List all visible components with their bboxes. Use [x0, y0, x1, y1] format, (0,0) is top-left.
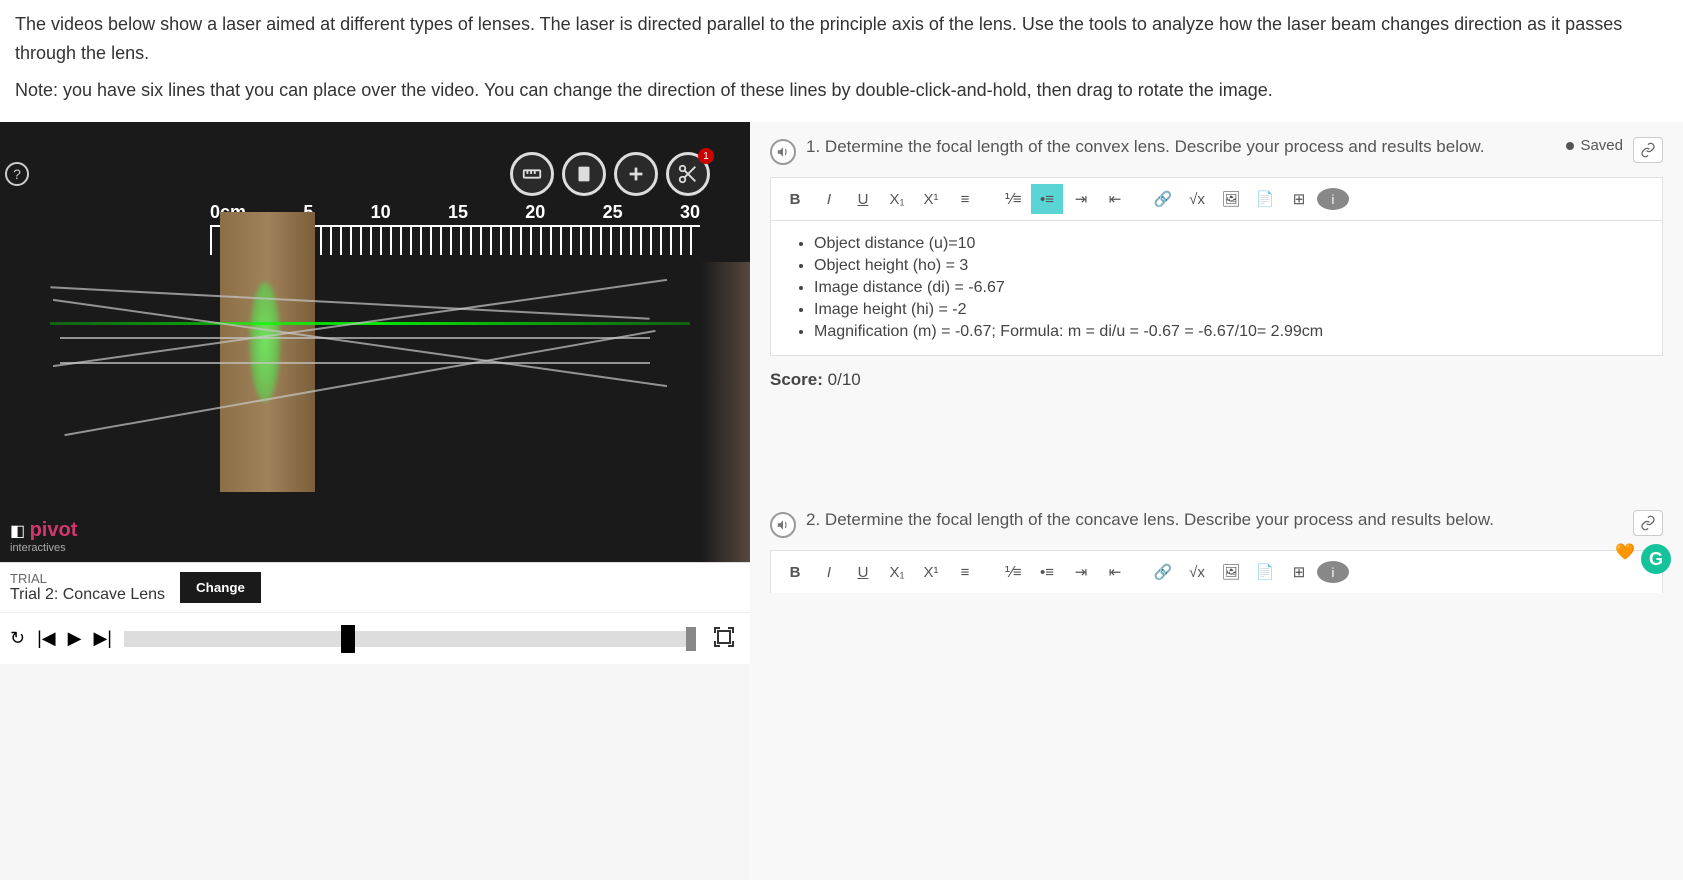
question-1: 1. Determine the focal length of the con…	[770, 137, 1663, 390]
saved-dot-icon	[1566, 142, 1574, 150]
next-frame-button[interactable]: ▶|	[93, 628, 112, 649]
analysis-line[interactable]	[60, 337, 650, 339]
answer-item: Image height (hi) = -2	[814, 301, 1644, 319]
help-button[interactable]: ?	[5, 162, 29, 186]
instruction-p1: The videos below show a laser aimed at d…	[15, 10, 1668, 68]
underline-button[interactable]: U	[847, 184, 879, 214]
align-button[interactable]: ≡	[949, 557, 981, 587]
bold-button[interactable]: B	[779, 557, 811, 587]
grammarly-icon[interactable]: G	[1641, 544, 1671, 574]
answer-item: Magnification (m) = -0.67; Formula: m = …	[814, 323, 1644, 341]
math-button[interactable]: √x	[1181, 557, 1213, 587]
play-button[interactable]: ▶	[68, 628, 82, 649]
unordered-list-button[interactable]: •≡	[1031, 184, 1063, 214]
analysis-line[interactable]	[64, 330, 655, 436]
instruction-p2: Note: you have six lines that you can pl…	[15, 76, 1668, 105]
align-button[interactable]: ≡	[949, 184, 981, 214]
answer-item: Object distance (u)=10	[814, 235, 1644, 253]
audio-icon[interactable]	[770, 512, 796, 538]
questions-panel: 1. Determine the focal length of the con…	[750, 122, 1683, 880]
lens-glass	[250, 282, 280, 402]
fullscreen-button[interactable]	[708, 621, 740, 656]
ruler-tool-button[interactable]	[510, 152, 554, 196]
superscript-button[interactable]: X¹	[915, 557, 947, 587]
laser-beam	[50, 322, 690, 325]
marker-tool-button[interactable]: 1	[562, 152, 606, 196]
file-button[interactable]: 📄	[1249, 184, 1281, 214]
question-2-text: 2. Determine the focal length of the con…	[806, 510, 1623, 530]
table-button[interactable]: ⊞	[1283, 557, 1315, 587]
subscript-button[interactable]: X₁	[881, 184, 913, 214]
trial-bar: TRIAL Trial 2: Concave Lens Change	[0, 562, 750, 612]
superscript-button[interactable]: X¹	[915, 184, 947, 214]
answer-list: Object distance (u)=10 Object height (ho…	[789, 235, 1644, 341]
outdent-button[interactable]: ⇤	[1099, 557, 1131, 587]
hand-background	[700, 262, 750, 562]
progress-thumb[interactable]	[341, 625, 355, 653]
info-button[interactable]: i	[1317, 561, 1349, 583]
analysis-line[interactable]	[50, 287, 649, 320]
answer-editor-1[interactable]: Object distance (u)=10 Object height (ho…	[770, 220, 1663, 356]
pivot-logo: ◧ pivot interactives	[10, 519, 77, 554]
score-display: Score: 0/10	[770, 370, 1663, 390]
change-trial-button[interactable]: Change	[180, 572, 261, 603]
analysis-line[interactable]	[60, 362, 650, 364]
playback-controls: ↻ |◀ ▶ ▶|	[0, 612, 750, 664]
answer-item: Image distance (di) = -6.67	[814, 279, 1644, 297]
indent-button[interactable]: ⇥	[1065, 557, 1097, 587]
question-1-text: 1. Determine the focal length of the con…	[806, 137, 1556, 157]
link-icon[interactable]	[1633, 137, 1663, 163]
progress-slider[interactable]	[124, 631, 696, 647]
subscript-button[interactable]: X₁	[881, 557, 913, 587]
bold-button[interactable]: B	[779, 184, 811, 214]
answer-item: Object height (ho) = 3	[814, 257, 1644, 275]
image-button[interactable]: 🖼	[1215, 184, 1247, 214]
info-button[interactable]: i	[1317, 188, 1349, 210]
editor-toolbar-1: B I U X₁ X¹ ≡ ⅟≡ •≡ ⇥ ⇤ 🔗 √x 🖼 📄 ⊞	[770, 177, 1663, 220]
progress-end-marker[interactable]	[686, 627, 696, 651]
ordered-list-button[interactable]: ⅟≡	[997, 184, 1029, 214]
math-button[interactable]: √x	[1181, 184, 1213, 214]
question-2: 2. Determine the focal length of the con…	[770, 510, 1663, 593]
image-button[interactable]: 🖼	[1215, 557, 1247, 587]
saved-status: Saved	[1566, 137, 1623, 154]
italic-button[interactable]: I	[813, 184, 845, 214]
trial-name: Trial 2: Concave Lens	[10, 586, 165, 604]
italic-button[interactable]: I	[813, 557, 845, 587]
add-tool-button[interactable]	[614, 152, 658, 196]
file-button[interactable]: 📄	[1249, 557, 1281, 587]
underline-button[interactable]: U	[847, 557, 879, 587]
heart-icon: 🧡	[1615, 542, 1635, 562]
audio-icon[interactable]	[770, 139, 796, 165]
trial-label: TRIAL	[10, 571, 165, 586]
prev-frame-button[interactable]: |◀	[37, 628, 56, 649]
ordered-list-button[interactable]: ⅟≡	[997, 557, 1029, 587]
instructions-text: The videos below show a laser aimed at d…	[0, 0, 1683, 122]
outdent-button[interactable]: ⇤	[1099, 184, 1131, 214]
link-icon[interactable]	[1633, 510, 1663, 536]
indent-button[interactable]: ⇥	[1065, 184, 1097, 214]
restart-button[interactable]: ↻	[10, 628, 25, 649]
link-button[interactable]: 🔗	[1147, 557, 1179, 587]
link-button[interactable]: 🔗	[1147, 184, 1179, 214]
table-button[interactable]: ⊞	[1283, 184, 1315, 214]
unordered-list-button[interactable]: •≡	[1031, 557, 1063, 587]
video-viewport[interactable]: ? 1	[0, 122, 750, 562]
video-panel: ? 1	[0, 122, 750, 880]
editor-toolbar-2: B I U X₁ X¹ ≡ ⅟≡ •≡ ⇥ ⇤ 🔗 √x 🖼 📄 ⊞	[770, 550, 1663, 593]
